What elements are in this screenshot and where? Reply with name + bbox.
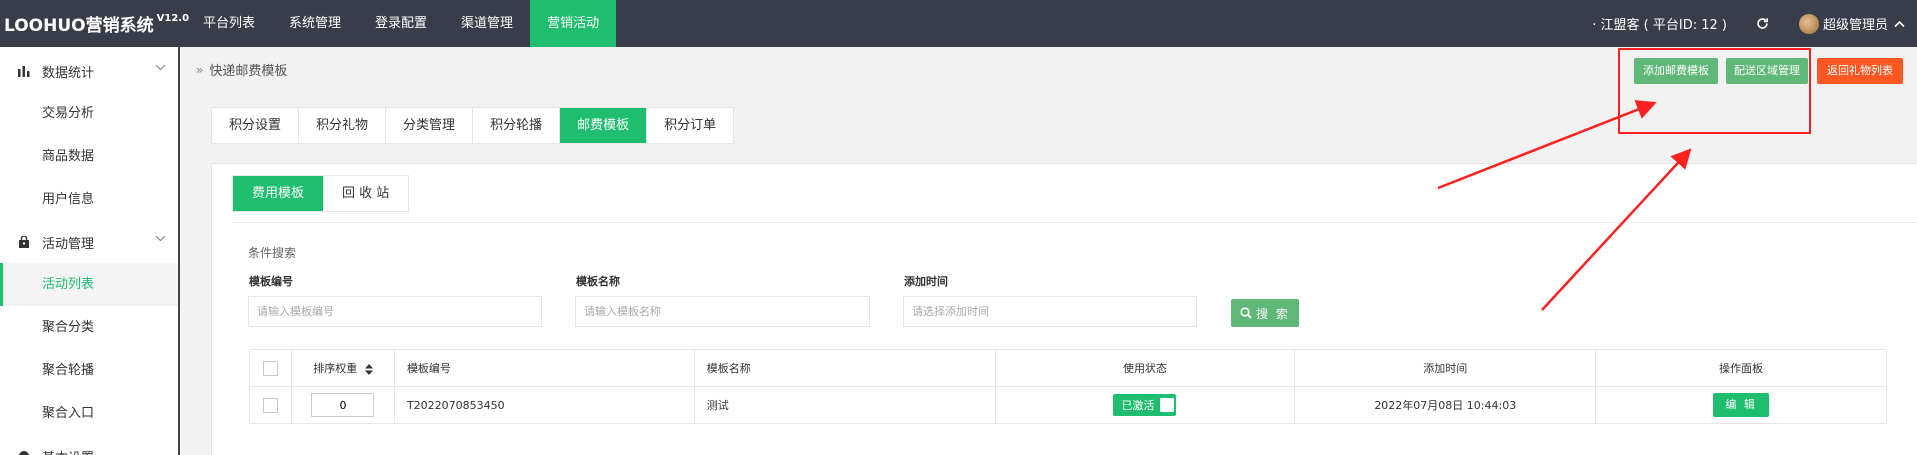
sidebar-item-product-data[interactable]: 商品数据	[0, 135, 178, 178]
back-to-list-button[interactable]: 返回礼物列表	[1817, 58, 1903, 84]
divider	[232, 222, 1917, 223]
platform-info: · 江盟客 ( 平台ID: 12 )	[1592, 18, 1727, 33]
top-right: · 江盟客 ( 平台ID: 12 ) 超级管理员	[1592, 0, 1917, 47]
template-name-label: 模板名称	[576, 275, 620, 288]
chevron-up-icon	[1894, 20, 1905, 27]
admin-name: 超级管理员	[1822, 18, 1888, 33]
brand-name: LOOHUO营销系统	[4, 16, 154, 36]
chevron-down-icon	[155, 235, 166, 242]
module-tabs: 积分设置 积分礼物 分类管理 积分轮播 邮费模板 积分订单	[211, 107, 735, 144]
search-icon	[1240, 307, 1252, 319]
sidebar-item-user-info[interactable]: 用户信息	[0, 178, 178, 221]
tab-points-gifts[interactable]: 积分礼物	[299, 108, 387, 143]
add-time-label: 添加时间	[904, 275, 948, 288]
sidebar-group-data-stats[interactable]: 数据统计	[0, 50, 178, 92]
double-chevron-right-icon: »	[196, 62, 204, 77]
status-label: 已激活	[1121, 399, 1155, 412]
sort-weight-input[interactable]	[311, 393, 375, 417]
refresh-button[interactable]	[1741, 0, 1785, 47]
sidebar-group-label: 数据统计	[42, 65, 95, 81]
sidebar-item-aggregate-carousel[interactable]: 聚合轮播	[0, 349, 178, 392]
annotation-highlight-box	[1618, 48, 1811, 134]
row-add-time: 2022年07月08日 10:44:03	[1294, 386, 1597, 424]
row-status-cell: 已激活	[994, 386, 1296, 424]
header-template-name: 模板名称	[693, 349, 996, 387]
select-all-checkbox[interactable]	[262, 360, 278, 376]
template-table: 排序权重 模板编号 模板名称 使用状态 添加时间 操作面板 T202207085…	[249, 349, 1887, 424]
search-section-title: 条件搜索	[248, 246, 297, 260]
settings-icon	[18, 450, 32, 455]
top-nav: 平台列表 系统管理 登录配置 渠道管理 营销活动	[186, 0, 617, 47]
topnav-channel-manage[interactable]: 渠道管理	[444, 0, 530, 47]
sort-icon[interactable]	[364, 363, 373, 375]
sidebar-item-activity-list[interactable]: 活动列表	[0, 263, 178, 306]
search-button-label: 搜 索	[1256, 306, 1290, 321]
sidebar-item-aggregate-category[interactable]: 聚合分类	[0, 306, 178, 349]
sidebar: 数据统计 交易分析 商品数据 用户信息 活动管理 活动列表 聚合分类 聚合轮播 …	[0, 47, 180, 455]
row-template-code: T2022070853450	[393, 386, 695, 424]
topnav-login-config[interactable]: 登录配置	[358, 0, 444, 47]
template-code-input[interactable]	[248, 296, 542, 327]
breadcrumb-current: 快递邮费模板	[209, 64, 288, 79]
row-select-cell	[249, 386, 292, 424]
tab-shipping-template[interactable]: 邮费模板	[560, 108, 648, 143]
sidebar-group-basic-settings[interactable]: 基本设置	[0, 435, 178, 455]
sub-tabs: 费用模板 回 收 站	[232, 175, 410, 212]
sidebar-group-label: 基本设置	[42, 447, 94, 455]
avatar	[1798, 13, 1819, 34]
header-actions: 操作面板	[1595, 349, 1887, 387]
tab-recycle-bin[interactable]: 回 收 站	[323, 176, 408, 211]
sidebar-group-activity-manage[interactable]: 活动管理	[0, 221, 178, 263]
header-add-time: 添加时间	[1294, 349, 1597, 387]
search-button[interactable]: 搜 索	[1231, 299, 1299, 327]
add-time-input[interactable]	[903, 296, 1197, 327]
table-header-row: 排序权重 模板编号 模板名称 使用状态 添加时间 操作面板	[249, 349, 1887, 387]
tab-fee-template[interactable]: 费用模板	[233, 176, 324, 211]
header-sort-weight[interactable]: 排序权重	[290, 349, 395, 387]
status-toggle[interactable]: 已激活	[1113, 394, 1177, 416]
refresh-icon	[1757, 18, 1769, 29]
sidebar-group-label: 活动管理	[42, 236, 95, 252]
bar-chart-icon	[18, 65, 32, 77]
brand-version: V12.0	[156, 13, 190, 24]
top-bar: LOOHUO营销系统 V12.0 平台列表 系统管理 登录配置 渠道管理 营销活动…	[0, 0, 1917, 47]
template-name-input[interactable]	[575, 296, 870, 327]
toggle-knob	[1160, 398, 1175, 412]
topnav-marketing[interactable]: 营销活动	[530, 0, 617, 47]
edit-button[interactable]: 编 辑	[1713, 393, 1769, 417]
header-template-code: 模板编号	[393, 349, 695, 387]
row-sort-cell	[290, 386, 395, 424]
sidebar-item-aggregate-entry[interactable]: 聚合入口	[0, 392, 178, 435]
tab-points-carousel[interactable]: 积分轮播	[473, 108, 561, 143]
brand-logo[interactable]: LOOHUO营销系统 V12.0	[0, 0, 190, 47]
select-all-cell	[249, 349, 292, 387]
sidebar-item-trade-analysis[interactable]: 交易分析	[0, 92, 178, 135]
topnav-platform-list[interactable]: 平台列表	[186, 0, 272, 47]
template-code-label: 模板编号	[249, 275, 293, 288]
bag-icon	[18, 236, 32, 248]
header-status: 使用状态	[994, 349, 1296, 387]
row-actions-cell: 编 辑	[1595, 386, 1887, 424]
topnav-system-manage[interactable]: 系统管理	[272, 0, 358, 47]
breadcrumb: » 快递邮费模板	[196, 60, 288, 80]
chevron-down-icon	[155, 64, 166, 71]
tab-points-settings[interactable]: 积分设置	[212, 108, 300, 143]
admin-menu[interactable]: 超级管理员	[1785, 13, 1905, 34]
tab-category-manage[interactable]: 分类管理	[386, 108, 474, 143]
tab-points-orders[interactable]: 积分订单	[647, 108, 733, 143]
table-row: T2022070853450 测试 已激活 2022年07月08日 10:44:…	[249, 386, 1887, 424]
row-template-name: 测试	[693, 386, 996, 424]
row-checkbox[interactable]	[262, 397, 278, 413]
